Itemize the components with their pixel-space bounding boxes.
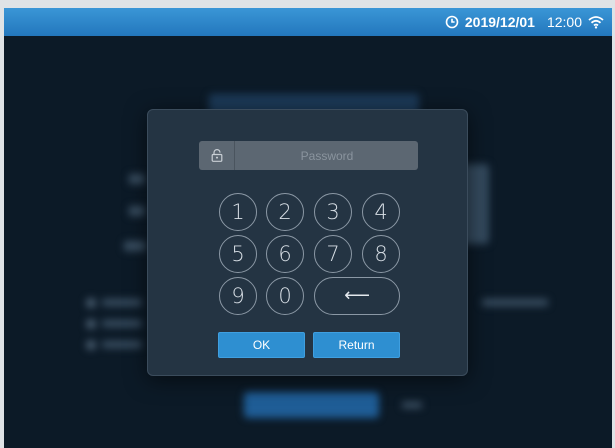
background-option: [86, 298, 96, 308]
background-row: [129, 206, 145, 216]
status-bar: 2019/12/01 12:00: [4, 8, 612, 36]
return-button[interactable]: Return: [313, 332, 400, 358]
background-row: [129, 174, 145, 184]
key-0[interactable]: 0: [266, 277, 304, 315]
key-2[interactable]: 2: [266, 193, 304, 231]
background-row: [124, 241, 146, 251]
background-row: [102, 341, 142, 348]
ok-button[interactable]: OK: [218, 332, 305, 358]
unlock-icon: [199, 141, 235, 170]
status-time: 12:00: [546, 14, 582, 30]
key-9[interactable]: 9: [219, 277, 257, 315]
key-7[interactable]: 7: [314, 235, 352, 273]
key-1[interactable]: 1: [219, 193, 257, 231]
background-option: [86, 340, 96, 350]
status-bar-right: 2019/12/01 12:00: [445, 8, 604, 36]
password-field: [199, 141, 418, 170]
key-6[interactable]: 6: [266, 235, 304, 273]
status-date: 2019/12/01: [464, 14, 535, 30]
key-5[interactable]: 5: [219, 235, 257, 273]
key-8[interactable]: 8: [362, 235, 400, 273]
background-link: [402, 402, 422, 408]
backspace-button[interactable]: ⟵: [314, 277, 400, 315]
clock-icon: [445, 15, 459, 29]
wifi-icon: [588, 16, 604, 29]
password-input[interactable]: [236, 141, 418, 170]
key-4[interactable]: 4: [362, 193, 400, 231]
unlock-icon-glyph: [211, 149, 222, 162]
background-button: [244, 392, 379, 418]
device-screen: 2019/12/01 12:00 1 2 3 4 5 6 7 8 9 0 ⟵ O…: [4, 8, 612, 448]
key-3[interactable]: 3: [314, 193, 352, 231]
background-option: [86, 319, 96, 329]
background-row: [482, 299, 548, 306]
password-dialog: 1 2 3 4 5 6 7 8 9 0 ⟵ OK Return: [147, 109, 468, 376]
background-row: [102, 299, 142, 306]
background-row: [102, 320, 142, 327]
